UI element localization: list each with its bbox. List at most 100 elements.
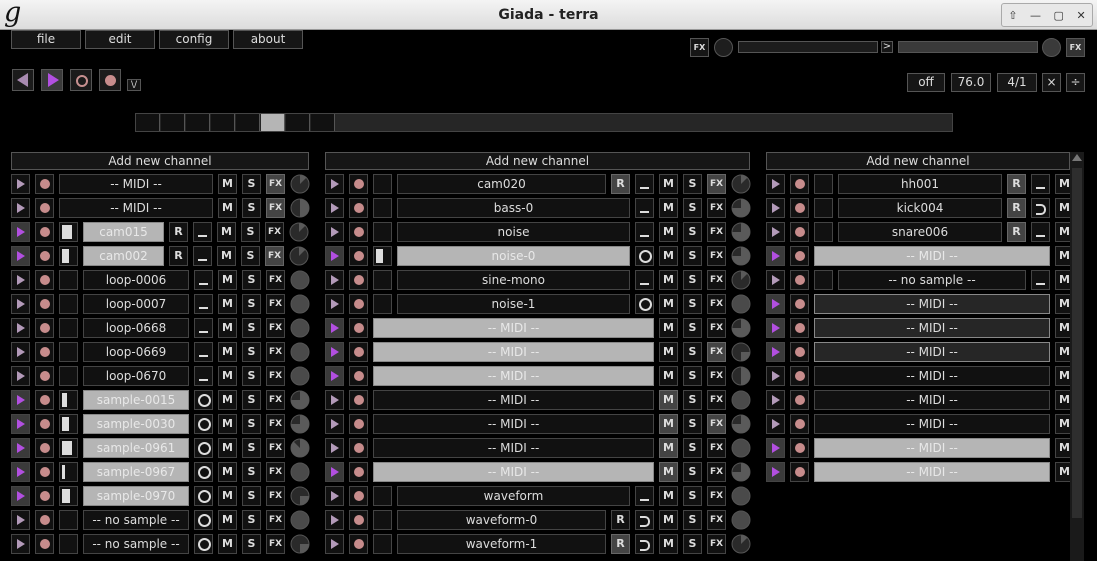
channel-arm-button[interactable]: [349, 366, 368, 386]
channel-volume-knob[interactable]: [290, 414, 310, 434]
channel-mode-button[interactable]: [635, 510, 654, 530]
channel-name-button[interactable]: -- MIDI --: [373, 414, 654, 434]
channel-mute-button[interactable]: M: [659, 510, 678, 530]
channel-volume-knob[interactable]: [731, 318, 751, 338]
channel-solo-button[interactable]: S: [242, 198, 261, 218]
channel-mute-button[interactable]: M: [1055, 462, 1070, 482]
channel-volume-knob[interactable]: [290, 294, 310, 314]
channel-read-actions-button[interactable]: R: [611, 534, 630, 554]
channel-name-button[interactable]: -- MIDI --: [814, 414, 1050, 434]
channel-arm-button[interactable]: [790, 246, 809, 266]
channel-arm-button[interactable]: [35, 534, 54, 554]
channel-name-button[interactable]: -- MIDI --: [814, 390, 1050, 410]
scroll-up-icon[interactable]: [1072, 154, 1082, 161]
channel-solo-button[interactable]: S: [242, 342, 261, 362]
channel-mode-button[interactable]: [194, 462, 213, 482]
channel-name-button[interactable]: -- MIDI --: [814, 318, 1050, 338]
channel-volume-knob[interactable]: [731, 462, 751, 482]
channel-volume-knob[interactable]: [731, 438, 751, 458]
channel-play-button[interactable]: [11, 366, 30, 386]
channel-mute-button[interactable]: M: [659, 318, 678, 338]
channel-volume-knob[interactable]: [731, 414, 751, 434]
metronome-button[interactable]: \/: [127, 79, 141, 91]
channel-mute-button[interactable]: M: [659, 198, 678, 218]
channel-mute-button[interactable]: M: [218, 294, 237, 314]
channel-mute-button[interactable]: M: [659, 438, 678, 458]
channel-play-button[interactable]: [766, 366, 785, 386]
maximize-icon[interactable]: ▢: [1054, 9, 1064, 22]
channel-fx-button[interactable]: FX: [707, 462, 726, 482]
channel-name-button[interactable]: waveform-0: [397, 510, 606, 530]
channel-play-button[interactable]: [766, 294, 785, 314]
channel-play-button[interactable]: [766, 318, 785, 338]
channel-mute-button[interactable]: M: [659, 174, 678, 194]
channel-play-button[interactable]: [325, 462, 344, 482]
channel-mute-button[interactable]: M: [218, 462, 237, 482]
channel-solo-button[interactable]: S: [242, 270, 261, 290]
channel-mode-button[interactable]: [194, 510, 213, 530]
close-icon[interactable]: ✕: [1076, 9, 1085, 22]
channel-volume-knob[interactable]: [290, 462, 310, 482]
channel-arm-button[interactable]: [349, 294, 368, 314]
channel-volume-knob[interactable]: [731, 174, 751, 194]
channel-arm-button[interactable]: [35, 342, 54, 362]
channel-name-button[interactable]: loop-0670: [83, 366, 189, 386]
input-volume-knob[interactable]: [714, 38, 733, 57]
channel-read-actions-button[interactable]: R: [611, 510, 630, 530]
channel-play-button[interactable]: [11, 294, 30, 314]
channel-fx-button[interactable]: FX: [707, 510, 726, 530]
menu-config[interactable]: config: [159, 30, 229, 49]
channel-name-button[interactable]: loop-0006: [83, 270, 189, 290]
channel-solo-button[interactable]: S: [242, 510, 261, 530]
channel-mode-button[interactable]: [194, 270, 213, 290]
channel-arm-button[interactable]: [790, 270, 809, 290]
channel-fx-button[interactable]: FX: [707, 438, 726, 458]
channel-volume-knob[interactable]: [290, 486, 310, 506]
channel-solo-button[interactable]: S: [242, 318, 261, 338]
channel-solo-button[interactable]: S: [683, 366, 702, 386]
channel-mute-button[interactable]: M: [1055, 390, 1070, 410]
scrollbar-thumb[interactable]: [1072, 168, 1082, 518]
channel-volume-knob[interactable]: [290, 366, 310, 386]
channel-fx-button[interactable]: FX: [266, 414, 285, 434]
channel-fx-button[interactable]: FX: [266, 342, 285, 362]
channel-mode-button[interactable]: [635, 294, 654, 314]
channel-mute-button[interactable]: M: [1055, 294, 1070, 314]
channel-play-button[interactable]: [11, 174, 30, 194]
channel-solo-button[interactable]: S: [683, 222, 702, 242]
channel-name-button[interactable]: -- no sample --: [838, 270, 1026, 290]
channel-name-button[interactable]: noise-1: [397, 294, 630, 314]
channel-play-button[interactable]: [325, 366, 344, 386]
channel-play-button[interactable]: [11, 342, 30, 362]
channel-mute-button[interactable]: M: [218, 198, 237, 218]
channel-mute-button[interactable]: M: [659, 342, 678, 362]
channel-name-button[interactable]: waveform-1: [397, 534, 606, 554]
channel-play-button[interactable]: [11, 438, 30, 458]
channel-mode-button[interactable]: [194, 342, 213, 362]
channel-arm-button[interactable]: [35, 198, 54, 218]
channel-fx-button[interactable]: FX: [266, 198, 285, 218]
channel-play-button[interactable]: [766, 246, 785, 266]
channel-arm-button[interactable]: [35, 486, 54, 506]
minimize-icon[interactable]: —: [1030, 9, 1041, 22]
channel-arm-button[interactable]: [349, 414, 368, 434]
channel-arm-button[interactable]: [35, 222, 54, 242]
channel-mute-button[interactable]: M: [1055, 366, 1070, 386]
channel-volume-knob[interactable]: [290, 390, 310, 410]
channel-fx-button[interactable]: FX: [265, 222, 284, 242]
channel-fx-button[interactable]: FX: [707, 342, 726, 362]
channel-fx-button[interactable]: FX: [707, 174, 726, 194]
channel-solo-button[interactable]: S: [683, 174, 702, 194]
channel-name-button[interactable]: loop-0668: [83, 318, 189, 338]
channel-mute-button[interactable]: M: [659, 222, 678, 242]
channel-solo-button[interactable]: S: [683, 198, 702, 218]
channel-mute-button[interactable]: M: [659, 294, 678, 314]
add-channel-button[interactable]: Add new channel: [11, 152, 309, 170]
channel-arm-button[interactable]: [790, 462, 809, 482]
channel-fx-button[interactable]: FX: [707, 222, 726, 242]
input-fx-button[interactable]: FX: [690, 38, 709, 57]
channel-mode-button[interactable]: [193, 246, 212, 266]
channel-solo-button[interactable]: S: [242, 294, 261, 314]
channel-arm-button[interactable]: [349, 390, 368, 410]
channel-name-button[interactable]: noise-0: [397, 246, 630, 266]
